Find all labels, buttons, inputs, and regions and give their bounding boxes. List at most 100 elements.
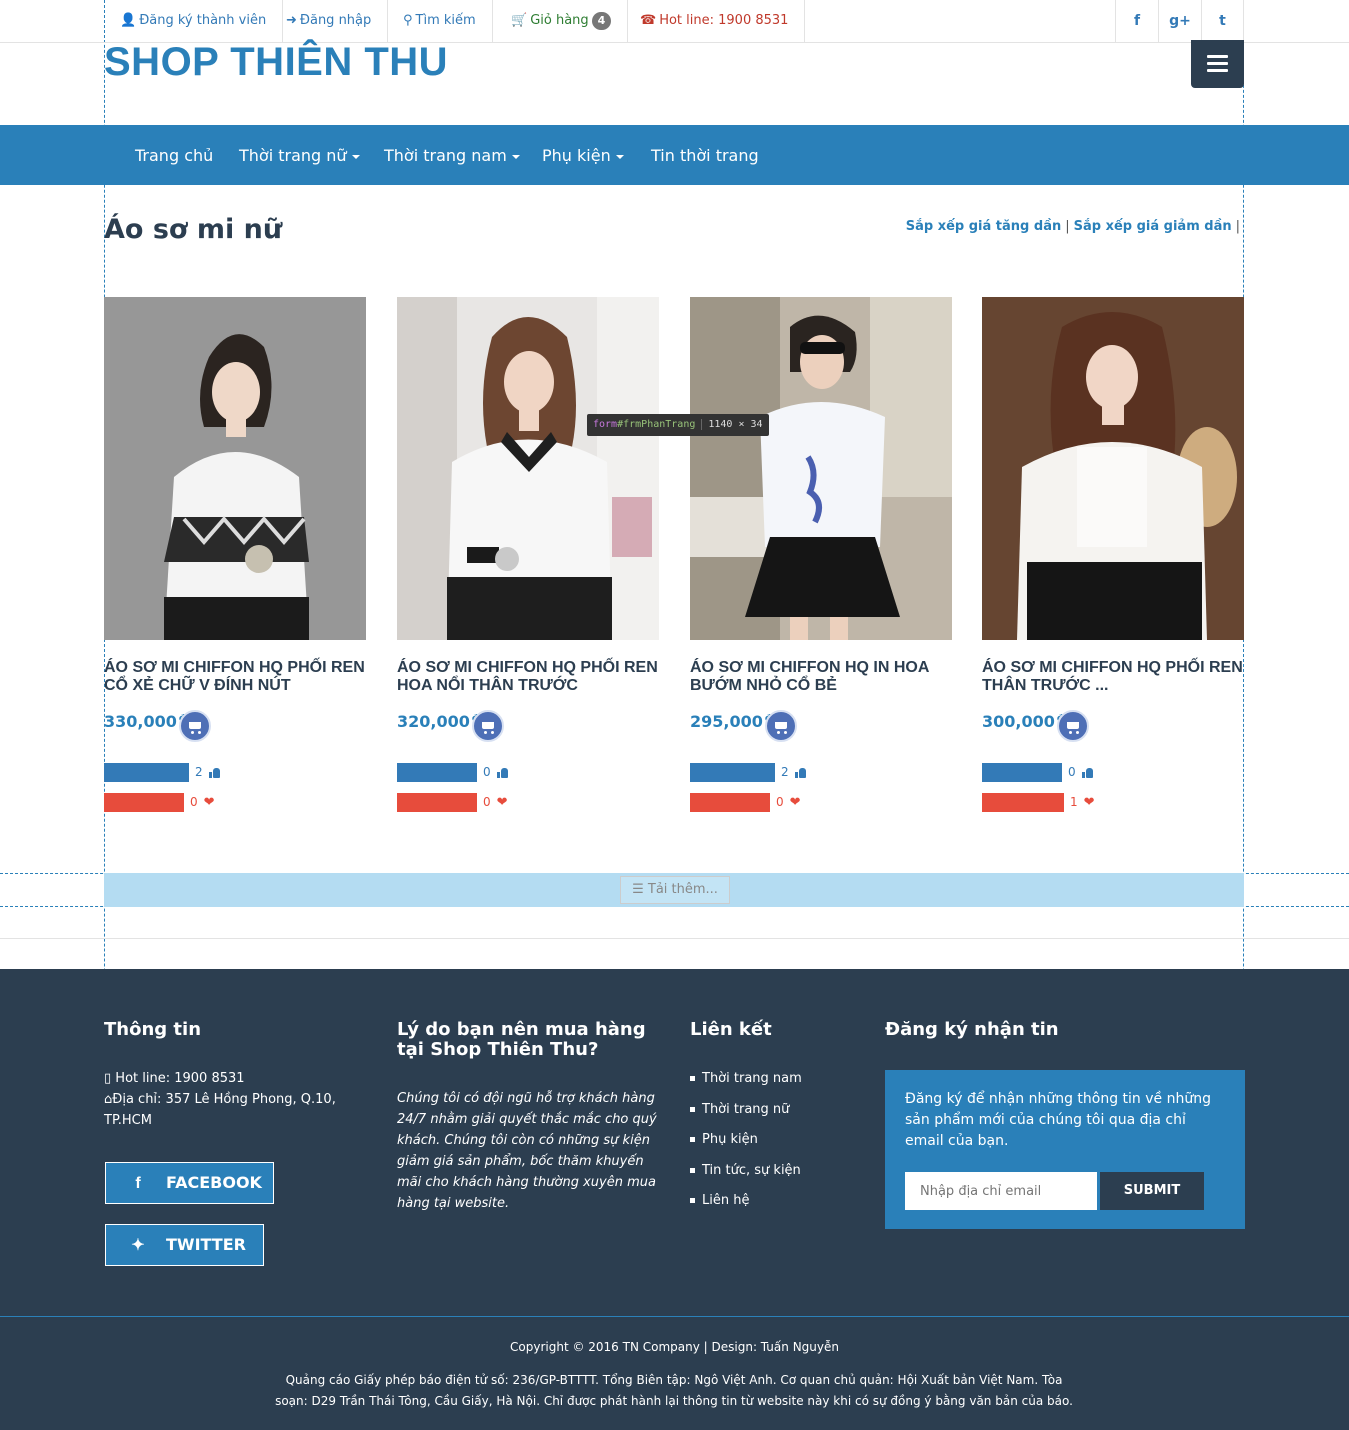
like-bar[interactable] — [982, 763, 1062, 782]
product-price: 330,000đ — [104, 712, 185, 731]
phone-icon: ☎ — [640, 13, 657, 28]
sort-separator: | — [1065, 219, 1070, 234]
product-image[interactable] — [982, 297, 1244, 640]
sign-in-icon: ➜ — [286, 13, 297, 28]
product-card: ÁO SƠ MI CHIFFON HQ PHỐI REN CỔ XẺ CHỮ V… — [104, 297, 366, 812]
copyright-bar: Copyright © 2016 TN Company | Design: Tu… — [0, 1316, 1349, 1430]
facebook-icon[interactable]: f — [1115, 0, 1158, 42]
like-count: 0 — [1068, 763, 1093, 782]
twitter-button[interactable]: ✦ TWITTER — [105, 1224, 264, 1266]
email-input[interactable] — [905, 1172, 1097, 1210]
load-more-button[interactable]: ☰ Tải thêm... — [620, 876, 730, 904]
google-plus-icon[interactable]: g+ — [1158, 0, 1201, 42]
like-bar[interactable] — [397, 763, 477, 782]
footer-link-contact[interactable]: Liên hệ — [690, 1191, 802, 1222]
like-bar[interactable] — [104, 763, 189, 782]
footer-why-text: Chúng tôi có đội ngũ hỗ trợ khách hàng 2… — [397, 1091, 657, 1211]
heart-icon: ❤ — [496, 795, 508, 810]
top-bar: 👤 Đăng ký thành viên ➜ Đăng nhập ⚲ Tìm kiếm… — [0, 0, 1349, 43]
love-bar[interactable] — [982, 793, 1064, 812]
add-to-cart-button[interactable] — [1057, 710, 1089, 742]
product-image[interactable] — [690, 297, 952, 640]
add-to-cart-button[interactable] — [765, 710, 797, 742]
nav-fashion-news[interactable]: Tin thời trang — [651, 125, 759, 185]
nav-accessories[interactable]: Phụ kiện — [542, 125, 624, 185]
cart-link[interactable]: 🛒 Giỏ hàng 4 — [495, 0, 629, 42]
cart-count-badge: 4 — [591, 12, 612, 30]
love-count: 1 ❤ — [1070, 795, 1095, 810]
divider — [0, 938, 1349, 939]
license-text: Quảng cáo Giấy phép báo điện tử số: 236/… — [275, 1373, 1073, 1408]
product-name[interactable]: ÁO SƠ MI CHIFFON HQ PHỐI REN CỔ XẺ CHỮ V… — [104, 659, 369, 695]
product-name[interactable]: ÁO SƠ MI CHIFFON HQ PHỐI REN THÂN TRƯỚC … — [982, 659, 1247, 695]
main-nav: Trang chủ Thời trang nữ Thời trang nam P… — [0, 125, 1349, 185]
sort-separator: | — [1235, 219, 1240, 234]
add-to-cart-button[interactable] — [472, 710, 504, 742]
twitter-icon: ✦ — [131, 1237, 145, 1254]
search-link[interactable]: ⚲ Tìm kiếm — [387, 0, 493, 42]
nav-women-fashion[interactable]: Thời trang nữ — [239, 125, 360, 185]
product-name[interactable]: ÁO SƠ MI CHIFFON HQ PHỐI REN HOA NỔI THÂ… — [397, 659, 662, 695]
thumbs-up-icon — [496, 767, 508, 778]
nav-home[interactable]: Trang chủ — [135, 125, 213, 185]
love-count: 0 ❤ — [483, 795, 508, 810]
product-card: ÁO SƠ MI CHIFFON HQ PHỐI REN HOA NỔI THÂ… — [397, 297, 659, 812]
like-count: 2 — [781, 763, 806, 782]
subscribe-text: Đăng ký để nhận những thông tin về những… — [905, 1091, 1211, 1149]
product-image[interactable] — [104, 297, 366, 640]
hamburger-menu-icon[interactable] — [1191, 40, 1244, 88]
footer-link-accessories[interactable]: Phụ kiện — [690, 1130, 802, 1161]
footer-subscribe-title: Đăng ký nhận tin — [885, 1019, 1059, 1040]
product-price: 295,000đ — [690, 712, 771, 731]
hotline[interactable]: ☎ Hot line: 1900 8531 — [624, 0, 806, 42]
cart-icon: 🛒 — [511, 13, 528, 28]
heart-icon: ❤ — [789, 795, 801, 810]
footer-link-news[interactable]: Tin tức, sự kiện — [690, 1161, 802, 1192]
sort-asc-link[interactable]: Sắp xếp giá tăng dần — [906, 219, 1061, 234]
user-icon: 👤 — [120, 13, 137, 28]
site-logo[interactable]: SHOP THIÊN THU — [104, 40, 448, 85]
heart-icon: ❤ — [1083, 795, 1095, 810]
product-image[interactable] — [397, 297, 659, 640]
facebook-button[interactable]: f FACEBOOK — [105, 1162, 274, 1204]
footer-link-women[interactable]: Thời trang nữ — [690, 1100, 802, 1131]
sort-desc-link[interactable]: Sắp xếp giá giảm dần — [1074, 219, 1232, 234]
add-to-cart-button[interactable] — [179, 710, 211, 742]
pagination-form: ☰ Tải thêm... — [104, 873, 1244, 907]
login-link[interactable]: ➜ Đăng nhập — [270, 0, 389, 42]
sort-links: Sắp xếp giá tăng dần | Sắp xếp giá giảm dầ… — [906, 219, 1244, 234]
like-count: 2 — [195, 763, 220, 782]
product-card: ÁO SƠ MI CHIFFON HQ IN HOA BƯỚM NHỎ CỔ B… — [690, 297, 952, 812]
heart-icon: ❤ — [203, 795, 215, 810]
love-bar[interactable] — [104, 793, 184, 812]
love-bar[interactable] — [690, 793, 770, 812]
footer-link-men[interactable]: Thời trang nam — [690, 1069, 802, 1100]
page-title: Áo sơ mi nữ — [104, 214, 283, 245]
caret-down-icon — [351, 154, 360, 159]
caret-down-icon — [615, 154, 624, 159]
product-card: ÁO SƠ MI CHIFFON HQ PHỐI REN THÂN TRƯỚC … — [982, 297, 1244, 812]
subscribe-box: Đăng ký để nhận những thông tin về những… — [885, 1070, 1245, 1229]
devtools-tooltip: form#frmPhanTrang 1140 × 34 — [587, 414, 769, 436]
submit-button[interactable]: SUBMIT — [1100, 1172, 1204, 1210]
love-count: 0 ❤ — [190, 795, 215, 810]
register-link[interactable]: 👤 Đăng ký thành viên — [104, 0, 284, 42]
product-name[interactable]: ÁO SƠ MI CHIFFON HQ IN HOA BƯỚM NHỎ CỔ B… — [690, 659, 955, 695]
footer-why-title: Lý do bạn nên mua hàng tại Shop Thiên Th… — [397, 1019, 646, 1060]
product-price: 320,000đ — [397, 712, 478, 731]
product-price: 300,000đ — [982, 712, 1063, 731]
nav-men-fashion[interactable]: Thời trang nam — [384, 125, 520, 185]
mobile-icon: ▯ — [104, 1071, 116, 1086]
footer-links-title: Liên kết — [690, 1019, 772, 1040]
like-bar[interactable] — [690, 763, 775, 782]
like-count: 0 — [483, 763, 508, 782]
thumbs-up-icon — [208, 767, 220, 778]
love-count: 0 ❤ — [776, 795, 801, 810]
footer-address: ⌂Địa chỉ: 357 Lê Hồng Phong, Q.10, TP.HC… — [104, 1092, 336, 1128]
footer-links: Thời trang nam Thời trang nữ Phụ kiện Ti… — [690, 1069, 802, 1222]
twitter-icon[interactable]: t — [1201, 0, 1244, 42]
thumbs-up-icon — [1081, 767, 1093, 778]
love-bar[interactable] — [397, 793, 477, 812]
copyright-text: Copyright © 2016 TN Company | Design: Tu… — [510, 1340, 839, 1354]
list-icon: ☰ — [632, 882, 648, 897]
